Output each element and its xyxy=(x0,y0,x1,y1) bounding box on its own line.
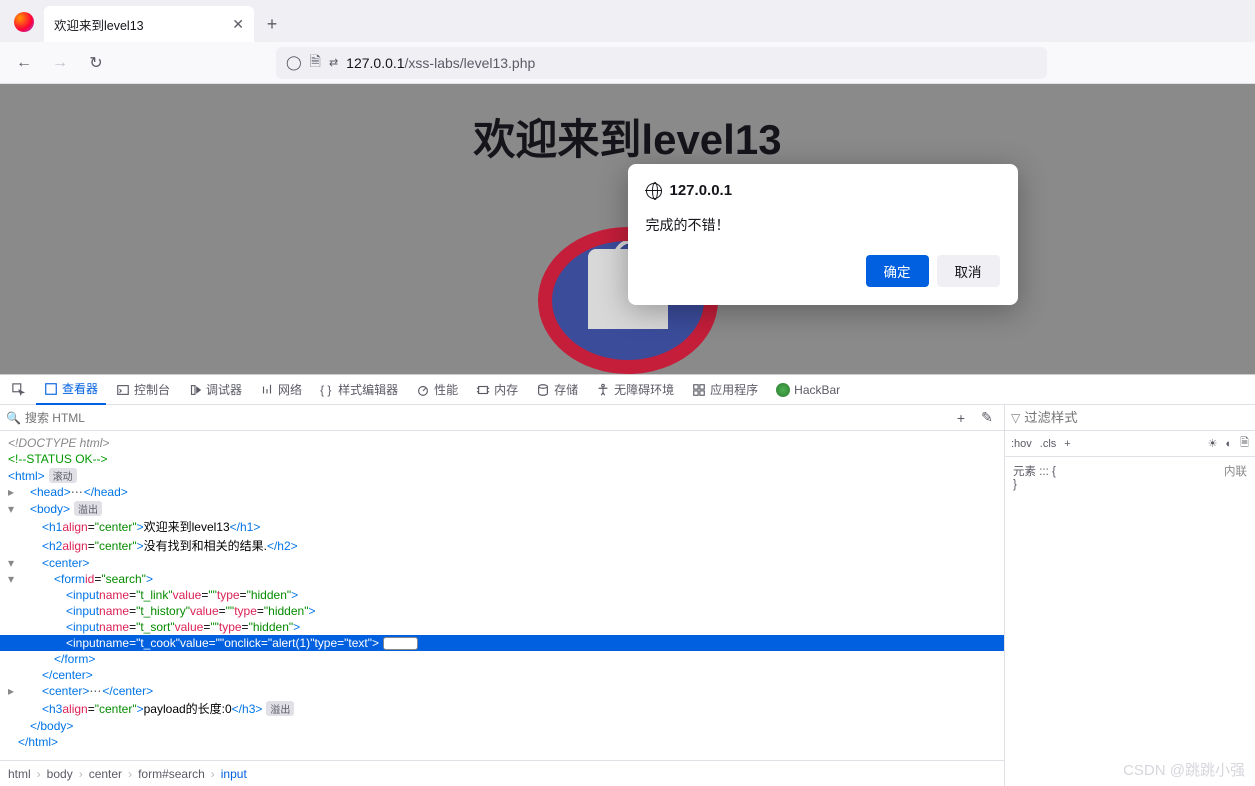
search-html-input[interactable] xyxy=(25,411,946,425)
print-media-icon[interactable]: 🗎 xyxy=(1240,434,1249,453)
permissions-icon[interactable]: ⇄ xyxy=(329,56,338,69)
add-element-button[interactable]: + xyxy=(950,407,972,429)
browser-tab[interactable]: 欢迎来到level13 ✕ xyxy=(44,6,254,42)
hov-toggle[interactable]: :hov xyxy=(1011,438,1032,450)
cls-toggle[interactable]: .cls xyxy=(1040,438,1057,450)
url-text: 127.0.0.1/xss-labs/level13.php xyxy=(346,55,535,71)
dialog-message: 完成的不错！ xyxy=(646,215,1000,235)
tab-application[interactable]: 应用程序 xyxy=(684,375,766,405)
tab-inspector[interactable]: 查看器 xyxy=(36,375,106,405)
eyedropper-button[interactable]: ✎ xyxy=(976,407,998,429)
cancel-button[interactable]: 取消 xyxy=(937,255,1000,287)
ok-button[interactable]: 确定 xyxy=(866,255,929,287)
tab-debugger[interactable]: 调试器 xyxy=(180,375,250,405)
js-alert-dialog: 127.0.0.1 完成的不错！ 确定 取消 xyxy=(628,164,1018,305)
light-scheme-icon[interactable]: ☀ xyxy=(1208,437,1218,450)
tab-performance[interactable]: 性能 xyxy=(408,375,466,405)
filter-styles-input[interactable] xyxy=(1024,410,1249,425)
tab-hackbar[interactable]: HackBar xyxy=(768,375,848,405)
breadcrumbs[interactable]: html› body› center› form#search› input xyxy=(0,760,1004,786)
css-rules[interactable]: 元素 ::: {内联 } xyxy=(1005,457,1255,786)
page-heading: 欢迎来到level13 xyxy=(473,106,781,167)
page-info-icon[interactable]: 🗎 xyxy=(310,51,321,75)
devtools-tabstrip: 查看器 控制台 调试器 网络 { }样式编辑器 性能 内存 存储 无障碍环境 应… xyxy=(0,375,1255,405)
tab-title: 欢迎来到level13 xyxy=(54,15,144,34)
address-bar[interactable]: ◯ 🗎 ⇄ 127.0.0.1/xss-labs/level13.php xyxy=(276,47,1047,79)
globe-icon xyxy=(646,183,662,199)
tab-accessibility[interactable]: 无障碍环境 xyxy=(588,375,682,405)
tab-network[interactable]: 网络 xyxy=(252,375,310,405)
tab-console[interactable]: 控制台 xyxy=(108,375,178,405)
add-rule-button[interactable]: + xyxy=(1064,438,1070,450)
tab-styleeditor[interactable]: { }样式编辑器 xyxy=(312,375,406,405)
new-tab-button[interactable]: + xyxy=(258,10,286,38)
dom-selected-node[interactable]: <input name="t_cook" value="" onclick="a… xyxy=(0,635,1004,651)
shield-icon: ◯ xyxy=(286,54,302,71)
inspect-element-button[interactable] xyxy=(4,375,34,405)
firefox-icon xyxy=(14,12,34,32)
back-button[interactable]: ← xyxy=(8,47,40,79)
search-icon: 🔍 xyxy=(6,411,21,425)
tab-storage[interactable]: 存储 xyxy=(528,375,586,405)
dialog-origin: 127.0.0.1 xyxy=(670,182,733,199)
hackbar-icon xyxy=(776,383,790,397)
forward-button: → xyxy=(44,47,76,79)
close-icon[interactable]: ✕ xyxy=(232,16,244,33)
reload-button[interactable]: ↻ xyxy=(80,47,112,79)
tab-memory[interactable]: 内存 xyxy=(468,375,526,405)
filter-icon: ▽ xyxy=(1011,411,1020,425)
dark-scheme-icon[interactable]: ◐ xyxy=(1225,438,1232,450)
dom-tree[interactable]: <!DOCTYPE html> <!--STATUS OK--> <html>滚… xyxy=(0,431,1004,760)
